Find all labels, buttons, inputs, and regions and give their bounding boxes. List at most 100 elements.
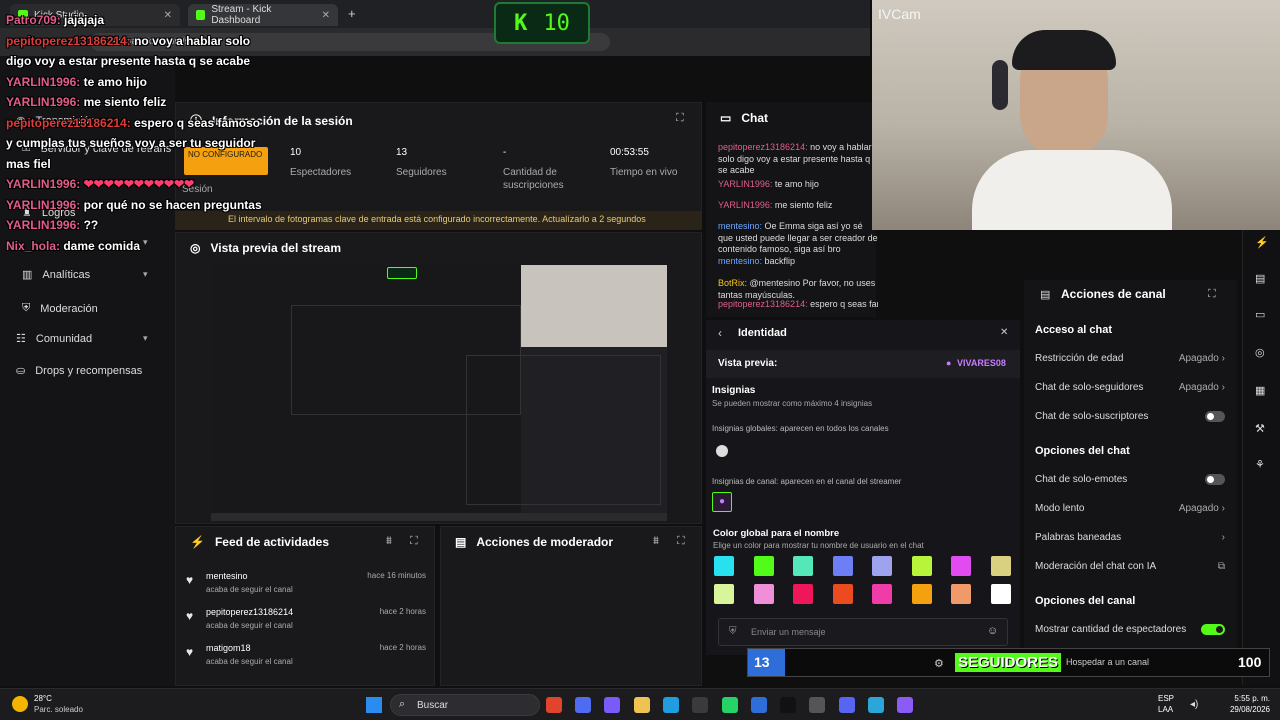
tiktok-icon[interactable] bbox=[780, 697, 796, 713]
person-hair bbox=[1012, 30, 1116, 70]
person-shirt bbox=[972, 150, 1172, 230]
expand-icon[interactable]: ⛶ bbox=[1208, 288, 1216, 301]
close-tab-icon[interactable]: ✕ bbox=[322, 10, 330, 21]
chat-username[interactable]: YARLIN1996: bbox=[718, 179, 772, 189]
global-badge-icon[interactable] bbox=[716, 445, 728, 457]
chat-username[interactable]: pepitoperez13186214: bbox=[718, 299, 808, 309]
setting-row-banned-words[interactable]: Palabras baneadas › bbox=[1035, 532, 1225, 543]
store-icon[interactable] bbox=[692, 697, 708, 713]
chat-username[interactable]: mentesino: bbox=[718, 256, 762, 266]
setting-label: Chat de solo-emotes bbox=[1035, 474, 1128, 485]
chat-username[interactable]: BotRix: bbox=[718, 278, 747, 288]
expand-icon[interactable]: ⛶ bbox=[676, 112, 684, 125]
chat-input[interactable]: ⛨ Enviar un mensaje ☺ bbox=[718, 618, 1008, 646]
chat-message: YARLIN1996: me siento feliz bbox=[718, 200, 878, 212]
expand-icon[interactable]: ⛶ bbox=[410, 535, 418, 548]
app-icon[interactable] bbox=[897, 697, 913, 713]
feed-username: pepitoperez13186214 bbox=[206, 607, 294, 617]
chevron-right-icon: › bbox=[1221, 532, 1225, 543]
feed-username: mentesino bbox=[206, 571, 248, 581]
chat-username[interactable]: YARLIN1996: bbox=[718, 200, 772, 210]
chat-text: por qué no se hacen preguntas bbox=[80, 197, 262, 212]
taskbar-search[interactable]: ⌕ Buscar bbox=[390, 694, 540, 716]
badges-subtitle: Se pueden mostrar como máximo 4 insignia… bbox=[712, 399, 873, 408]
chevron-right-icon: › bbox=[1221, 353, 1225, 364]
sidebar-item-analiticas[interactable]: ▥ Analíticas bbox=[22, 268, 90, 282]
sidebar-item-drops[interactable]: ⛀ Drops y recompensas bbox=[16, 364, 142, 378]
color-swatch[interactable] bbox=[951, 584, 971, 604]
setting-row-ai-moderation[interactable]: Moderación del chat con IA ⧉ bbox=[1035, 561, 1225, 572]
filter-icon[interactable]: ⩩ bbox=[653, 535, 659, 548]
eye-icon[interactable]: ◎ bbox=[1255, 346, 1265, 359]
overlay-chat-message: YARLIN1996: ?? bbox=[6, 215, 266, 236]
stat-viewers: 10 Espectadores bbox=[290, 147, 351, 179]
color-swatch[interactable] bbox=[832, 556, 853, 576]
wrench-icon[interactable]: ⚒ bbox=[1255, 422, 1265, 435]
channel-badge-icon[interactable]: ● bbox=[712, 492, 732, 512]
color-swatch[interactable] bbox=[911, 556, 932, 576]
chat-username[interactable]: pepitoperez13186214: bbox=[718, 142, 808, 152]
setting-row-show-viewers[interactable]: Mostrar cantidad de espectadores bbox=[1035, 624, 1225, 635]
file-explorer-icon[interactable] bbox=[634, 697, 650, 713]
obs-icon[interactable] bbox=[809, 697, 825, 713]
edge-icon[interactable] bbox=[663, 697, 679, 713]
setting-row-subs-only[interactable]: Chat de solo-suscriptores bbox=[1035, 411, 1225, 422]
moderator-actions-panel: ▤ Acciones de moderador ⩩ ⛶ bbox=[440, 526, 702, 686]
chat-icon[interactable]: ▭ bbox=[1255, 308, 1265, 321]
emoji-icon[interactable]: ☺ bbox=[987, 625, 998, 637]
subs-only-toggle[interactable] bbox=[1205, 411, 1225, 422]
filter-icon[interactable]: ⩩ bbox=[386, 535, 392, 548]
list-icon[interactable]: ▤ bbox=[1255, 272, 1265, 285]
expand-icon[interactable]: ⛶ bbox=[677, 535, 685, 548]
clock-time[interactable]: 5:55 p. m. bbox=[1216, 694, 1270, 703]
setting-row-age-restriction[interactable]: Restricción de edad Apagado › bbox=[1035, 353, 1225, 364]
setting-label: Chat de solo-suscriptores bbox=[1035, 411, 1149, 422]
panel-header: ⚡ Feed de actividades bbox=[190, 535, 329, 549]
color-swatch[interactable] bbox=[753, 556, 774, 576]
setting-row-slow-mode[interactable]: Modo lento Apagado › bbox=[1035, 503, 1225, 514]
chrome-icon[interactable] bbox=[546, 697, 562, 713]
app-icon[interactable] bbox=[604, 697, 620, 713]
discord-icon[interactable] bbox=[839, 697, 855, 713]
setting-row-emotes-only[interactable]: Chat de solo-emotes bbox=[1035, 474, 1225, 485]
chat-text: te amo hijo bbox=[80, 74, 147, 89]
chat-username[interactable]: mentesino: bbox=[718, 221, 762, 231]
speaker-icon[interactable]: ◂) bbox=[1190, 699, 1198, 710]
color-swatch[interactable] bbox=[793, 556, 813, 576]
sidebar-item-moderacion[interactable]: ⛨ Moderación bbox=[22, 302, 98, 315]
color-swatch[interactable] bbox=[753, 584, 774, 604]
chevron-right-icon: › bbox=[1221, 503, 1225, 514]
feed-time: hace 16 minutos bbox=[367, 571, 426, 580]
app-icon[interactable] bbox=[751, 697, 767, 713]
share-icon[interactable]: ⚘ bbox=[1255, 458, 1265, 471]
new-tab-button[interactable]: + bbox=[348, 6, 356, 21]
windows-start-icon[interactable] bbox=[366, 697, 382, 713]
color-swatch[interactable] bbox=[714, 556, 734, 576]
sidebar-item-label: Comunidad bbox=[35, 332, 93, 345]
language-indicator[interactable]: ESP bbox=[1158, 694, 1174, 703]
color-swatch[interactable] bbox=[990, 556, 1011, 576]
color-swatch[interactable] bbox=[832, 584, 853, 604]
chat-username: YARLIN1996: bbox=[6, 218, 81, 232]
color-swatch[interactable] bbox=[911, 584, 932, 604]
color-swatch[interactable] bbox=[951, 556, 971, 576]
whatsapp-icon[interactable] bbox=[722, 697, 738, 713]
setting-row-followers-only[interactable]: Chat de solo-seguidores Apagado › bbox=[1035, 382, 1225, 393]
color-swatch[interactable] bbox=[990, 584, 1011, 604]
color-swatch[interactable] bbox=[793, 584, 813, 604]
color-swatch[interactable] bbox=[872, 584, 892, 604]
color-swatch[interactable] bbox=[714, 584, 734, 604]
color-swatch[interactable] bbox=[872, 556, 892, 576]
emotes-only-toggle[interactable] bbox=[1205, 474, 1225, 485]
bolt-icon[interactable]: ⚡ bbox=[1255, 236, 1269, 249]
stream-preview-video[interactable] bbox=[211, 265, 667, 521]
copilot-icon[interactable] bbox=[575, 697, 591, 713]
back-icon[interactable]: ‹ bbox=[718, 326, 722, 340]
show-viewers-toggle[interactable] bbox=[1201, 624, 1225, 635]
document-icon[interactable]: ▦ bbox=[1255, 384, 1265, 397]
settings-gear-icon: ⚙ bbox=[934, 658, 944, 670]
app-icon[interactable] bbox=[868, 697, 884, 713]
close-icon[interactable]: ✕ bbox=[1000, 327, 1008, 338]
sidebar-item-comunidad[interactable]: ☷ Comunidad bbox=[16, 332, 93, 346]
chat-bubble-icon: ▭ bbox=[720, 111, 732, 125]
